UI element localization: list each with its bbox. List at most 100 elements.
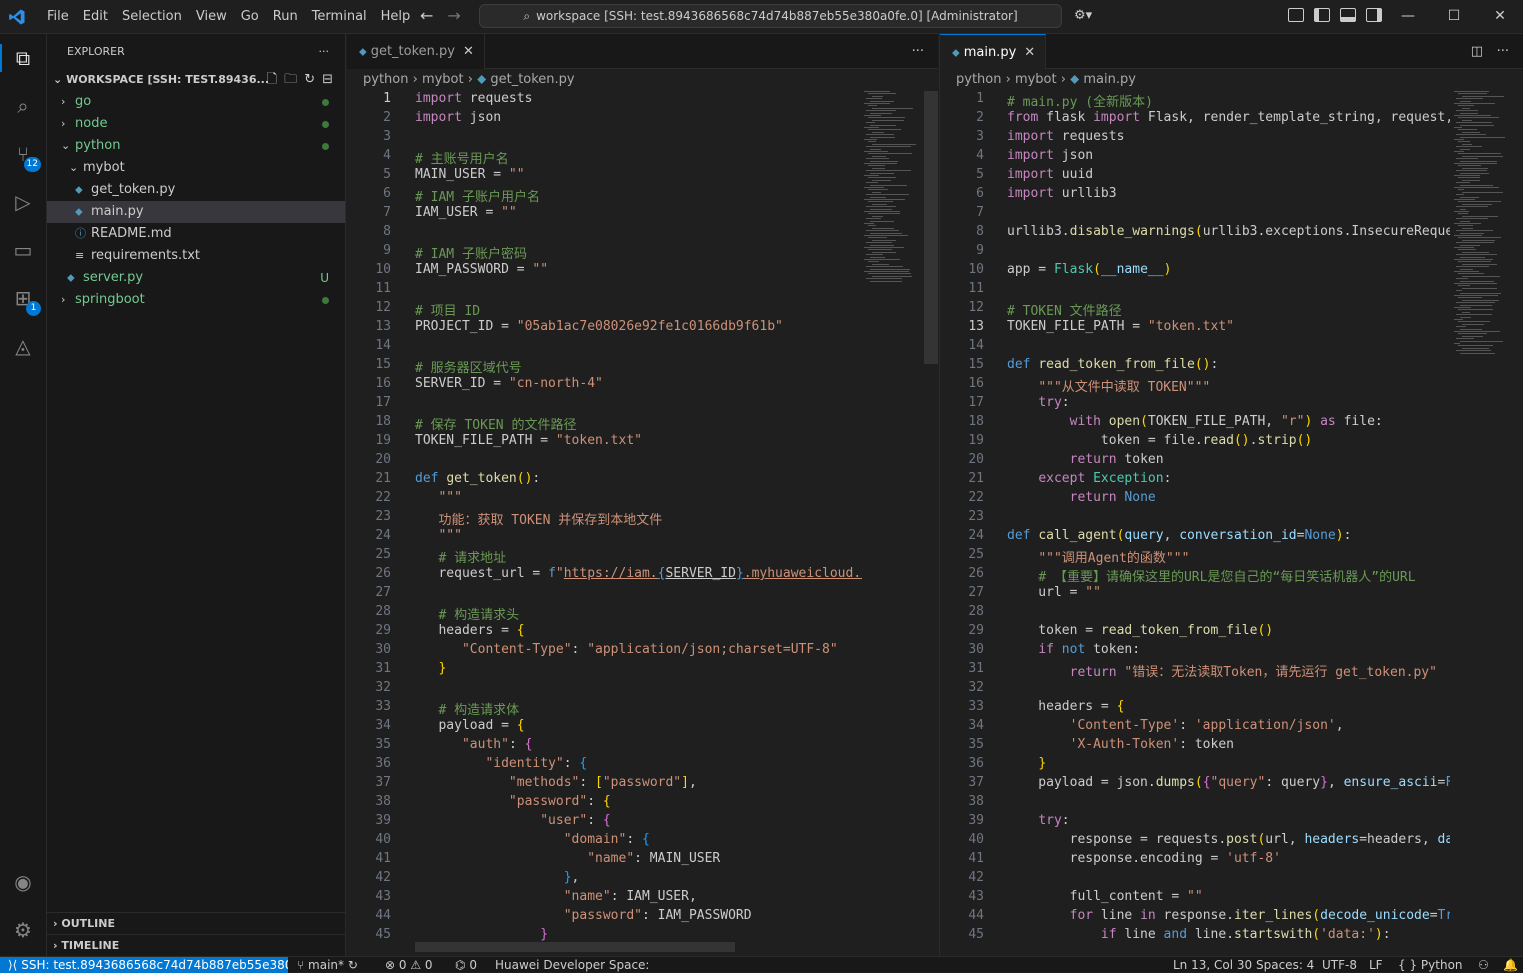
more-actions-icon[interactable]: ···	[912, 34, 924, 69]
minimap-line	[866, 218, 881, 220]
breadcrumb-item[interactable]: get_token.py	[490, 72, 574, 87]
toggle-panel-icon[interactable]	[1340, 8, 1356, 22]
menu-edit[interactable]: Edit	[76, 9, 115, 24]
maximize-icon[interactable]: ☐	[1431, 0, 1477, 33]
menu-terminal[interactable]: Terminal	[305, 9, 374, 24]
vertical-scrollbar[interactable]	[924, 91, 938, 364]
source-control-icon[interactable]: ⑂ 12	[11, 142, 41, 172]
language-mode[interactable]: { } Python	[1398, 957, 1463, 973]
minimap-line	[868, 237, 887, 239]
tab-get-token[interactable]: ⬥ get_token.py ✕	[347, 34, 485, 69]
tree-folder-springboot[interactable]: › springboot	[47, 289, 345, 311]
toggle-secondary-sidebar-icon[interactable]	[1366, 8, 1382, 22]
tree-file-get-token[interactable]: ⬥ get_token.py	[47, 179, 345, 201]
line-number: 41	[375, 851, 391, 866]
explorer-icon[interactable]: ⧉	[11, 46, 35, 70]
menu-file[interactable]: File	[40, 9, 76, 24]
tree-file-main[interactable]: ⬥ main.py	[47, 201, 345, 223]
minimap[interactable]	[1454, 91, 1512, 354]
tree-folder-go[interactable]: › go	[47, 91, 345, 113]
code-line: """从文件中读取 TOKEN"""	[1038, 380, 1211, 395]
split-editor-icon[interactable]: ◫	[1471, 34, 1483, 69]
line-number: 45	[375, 927, 391, 942]
line-number: 24	[968, 528, 984, 543]
breadcrumb-item[interactable]: python	[956, 72, 1001, 87]
new-file-icon[interactable]: 🗋	[267, 69, 277, 91]
minimap-line	[1454, 247, 1474, 248]
breadcrumb-item[interactable]: main.py	[1083, 72, 1136, 87]
minimap-line	[1460, 316, 1472, 318]
manage-gear-icon[interactable]: ⚙	[11, 918, 35, 942]
tree-file-readme[interactable]: ⓘ README.md	[47, 223, 345, 245]
workspace-root[interactable]: ⌄ WORKSPACE [SSH: TEST.89436... 🗋 🗀 ↻ ⊟	[47, 69, 345, 91]
remote-explorer-icon[interactable]: ▭	[11, 238, 35, 262]
branch-indicator[interactable]: ⑂ main* ↻	[297, 957, 358, 973]
customize-layout-icon[interactable]	[1288, 8, 1304, 22]
code-area[interactable]: 1 import requests 2 import json 3 4 # 主账号用户名 5 M…	[347, 91, 862, 956]
huawei-cloud-icon[interactable]: ◬	[11, 334, 35, 358]
toggle-sidebar-icon[interactable]	[1314, 8, 1330, 22]
search-activity-icon[interactable]: ⌕	[11, 94, 35, 118]
close-tab-icon[interactable]: ✕	[463, 44, 474, 59]
close-tab-icon[interactable]: ✕	[1024, 45, 1035, 60]
command-center[interactable]: ⌕ workspace [SSH: test.8943686568c74d74b8…	[479, 4, 1062, 28]
line-ending[interactable]: LF	[1369, 957, 1383, 973]
menu-go[interactable]: Go	[234, 9, 266, 24]
tree-file-requirements[interactable]: ≡ requirements.txt	[47, 245, 345, 267]
line-number: 34	[968, 718, 984, 733]
run-debug-icon[interactable]: ▷	[11, 190, 35, 214]
minimap[interactable]	[864, 91, 922, 291]
menu-help[interactable]: Help	[374, 9, 418, 24]
refresh-icon[interactable]: ↻	[304, 69, 315, 91]
copilot-status-icon[interactable]: ⚇	[1478, 957, 1489, 973]
workspace-label: WORKSPACE [SSH: TEST.89436...	[66, 73, 270, 86]
tree-folder-node[interactable]: › node	[47, 113, 345, 135]
ports-indicator[interactable]: ⌬ 0	[455, 957, 477, 973]
more-actions-icon[interactable]: ···	[319, 34, 330, 69]
menu-view[interactable]: View	[189, 9, 234, 24]
minimap-line	[1462, 167, 1489, 169]
status-dot	[322, 121, 329, 128]
minimap-line	[868, 249, 893, 251]
tab-main[interactable]: ⬥ main.py ✕	[940, 34, 1047, 69]
close-window-icon[interactable]: ✕	[1477, 0, 1523, 33]
huawei-space-indicator[interactable]: Huawei Developer Space:	[495, 957, 649, 973]
line-number: 7	[976, 205, 984, 220]
notifications-bell-icon[interactable]: 🔔	[1503, 957, 1518, 973]
minimize-icon[interactable]: —	[1385, 0, 1431, 33]
minimap-line	[866, 134, 895, 136]
line-number: 17	[968, 395, 984, 410]
tree-folder-python[interactable]: ⌄ python	[47, 135, 345, 157]
more-actions-icon[interactable]: ···	[1497, 34, 1509, 69]
code-line: import urllib3	[1007, 186, 1117, 201]
code-area[interactable]: 1 # main.py (全新版本) 2 from flask import Flas…	[940, 91, 1450, 956]
outline-section[interactable]: › OUTLINE	[47, 912, 346, 934]
minimap-line	[1454, 175, 1481, 176]
copilot-icon[interactable]: ⚙▾	[1074, 8, 1092, 23]
breadcrumb-item[interactable]: mybot	[422, 72, 464, 87]
tree-file-server[interactable]: ⬥ server.py U	[47, 267, 345, 289]
code-line: # IAM 子账户密码	[415, 247, 527, 262]
breadcrumb-item[interactable]: mybot	[1015, 72, 1057, 87]
tree-folder-mybot[interactable]: ⌄ mybot	[47, 157, 345, 179]
menu-selection[interactable]: Selection	[115, 9, 189, 24]
title-bar: File Edit Selection View Go Run Terminal…	[0, 0, 1523, 34]
extensions-icon[interactable]: ⊞ 1	[11, 286, 41, 316]
breadcrumb-item[interactable]: python	[363, 72, 408, 87]
timeline-section[interactable]: › TIMELINE	[47, 934, 346, 956]
forward-arrow-icon[interactable]: →	[447, 6, 460, 25]
horizontal-scrollbar[interactable]	[415, 942, 735, 952]
minimap-line	[868, 93, 897, 95]
encoding[interactable]: UTF-8	[1322, 957, 1357, 973]
new-folder-icon[interactable]: 🗀	[284, 69, 297, 91]
minimap-line	[1456, 194, 1464, 196]
cursor-position[interactable]: Ln 13, Col 30	[1173, 957, 1252, 973]
collapse-all-icon[interactable]: ⊟	[322, 69, 333, 91]
remote-indicator[interactable]: ⟩⟨ SSH: test.8943686568c74d74b887eb55e38…	[0, 957, 288, 973]
indentation[interactable]: Spaces: 4	[1256, 957, 1314, 973]
menu-run[interactable]: Run	[266, 9, 305, 24]
account-icon[interactable]: ◉	[11, 870, 35, 894]
problems-indicator[interactable]: ⊗ 0 ⚠ 0	[385, 957, 433, 973]
back-arrow-icon[interactable]: ←	[420, 6, 433, 25]
line-number: 16	[375, 376, 391, 391]
